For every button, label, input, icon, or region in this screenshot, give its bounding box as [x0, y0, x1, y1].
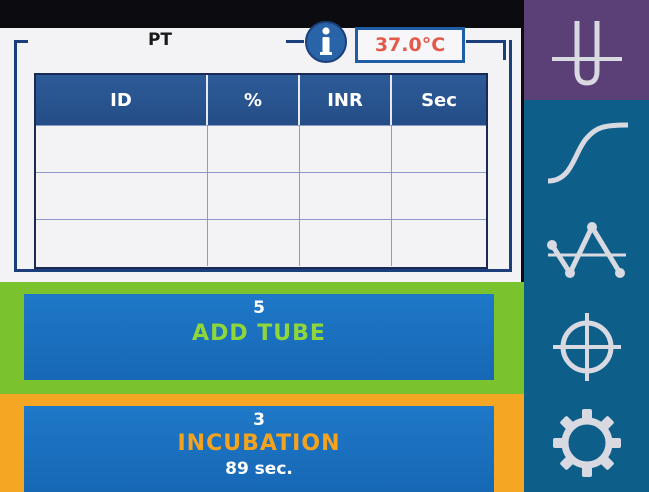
test-tube-icon	[551, 21, 622, 86]
test-mode-title: PT	[147, 30, 173, 50]
cell-id	[36, 173, 208, 219]
column-header-percent: %	[208, 75, 300, 125]
table-row	[36, 125, 486, 172]
column-header-inr: INR	[300, 75, 392, 125]
incubation-count: 3	[253, 410, 265, 430]
incubation-label: INCUBATION	[177, 431, 341, 456]
cell-percent	[208, 173, 300, 219]
info-icon[interactable]	[304, 20, 348, 64]
cell-inr	[300, 126, 392, 172]
table-row	[36, 219, 486, 266]
add-tube-count: 5	[253, 298, 265, 318]
column-header-sec: Sec	[421, 89, 457, 111]
sidebar-item-tube[interactable]	[524, 2, 649, 100]
cell-percent	[208, 220, 300, 266]
add-tube-button[interactable]: 5 ADD TUBE	[24, 294, 494, 380]
incubation-time: 89 sec.	[225, 459, 293, 479]
table-row	[36, 172, 486, 219]
sidebar-item-settings[interactable]	[524, 394, 649, 492]
add-tube-label: ADD TUBE	[192, 321, 326, 346]
incubation-zone: 3 INCUBATION 89 sec.	[0, 394, 524, 492]
column-header-id: ID	[36, 75, 208, 125]
frame-corner	[503, 40, 506, 60]
incubation-button[interactable]: 3 INCUBATION 89 sec.	[24, 406, 494, 492]
cell-id	[36, 220, 208, 266]
frame-line	[466, 40, 506, 43]
frame-corner	[14, 40, 17, 58]
gear-icon	[552, 409, 621, 477]
sidebar-item-curve[interactable]	[524, 102, 649, 200]
cell-sec	[392, 173, 486, 219]
crosshair-icon	[552, 313, 621, 381]
cell-sec	[392, 220, 486, 266]
cell-sec	[392, 126, 486, 172]
graph-icon	[546, 221, 626, 279]
results-table: ID % INR Sec	[34, 73, 488, 269]
frame-line	[286, 40, 304, 43]
sidebar-item-graph[interactable]	[524, 200, 649, 298]
curve-icon	[547, 122, 628, 184]
temperature-display: 37.0°C	[355, 27, 465, 63]
cell-percent	[208, 126, 300, 172]
device-screen: PT 37.0°C ID % INR Sec 5 ADD TUBE 3 INCU…	[0, 0, 649, 492]
cell-inr	[300, 173, 392, 219]
sidebar-item-target[interactable]	[524, 298, 649, 396]
add-tube-zone: 5 ADD TUBE	[0, 282, 524, 394]
cell-id	[36, 126, 208, 172]
sidebar	[524, 0, 649, 492]
cell-inr	[300, 220, 392, 266]
table-header: ID % INR Sec	[36, 75, 486, 125]
